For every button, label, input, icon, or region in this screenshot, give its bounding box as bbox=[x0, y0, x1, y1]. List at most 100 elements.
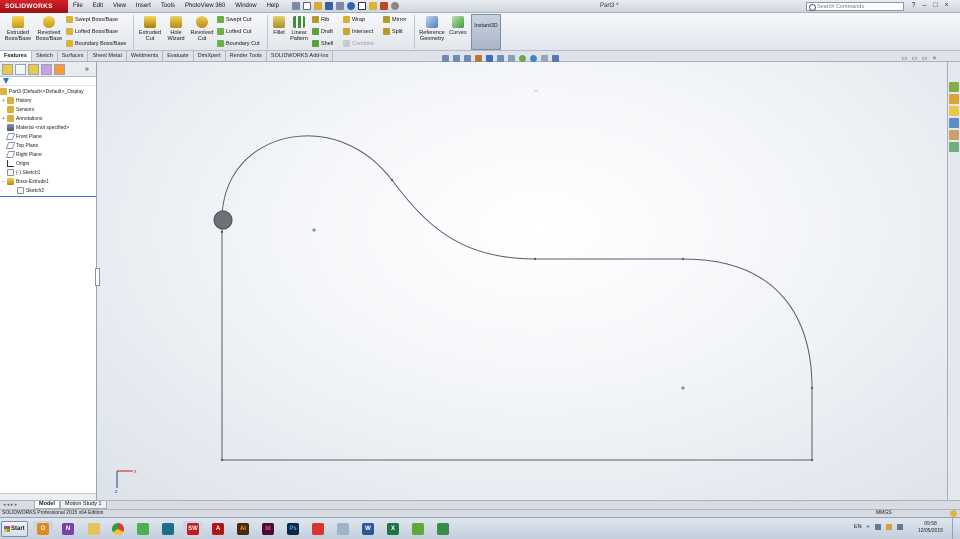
rollback-bar[interactable] bbox=[0, 196, 96, 197]
solidworks-logo[interactable]: SOLIDWORKS bbox=[0, 0, 68, 13]
units-selector[interactable]: MMGS bbox=[876, 510, 892, 517]
close-icon[interactable]: × bbox=[943, 2, 950, 9]
taskbar-app-utility[interactable] bbox=[408, 521, 428, 537]
sketch-canvas[interactable]: x z bbox=[97, 62, 947, 500]
sketch-point[interactable] bbox=[220, 230, 224, 234]
system-clock[interactable]: 09:58 12/05/2015 bbox=[918, 521, 943, 535]
tree-item-right-plane[interactable]: Right Plane bbox=[0, 150, 96, 159]
taskbar-app-illustrator[interactable]: Ai bbox=[233, 521, 253, 537]
language-indicator[interactable]: EN bbox=[854, 524, 862, 530]
viewport-close-icon[interactable]: × bbox=[931, 56, 938, 63]
flag-icon[interactable] bbox=[885, 524, 892, 530]
tab-dimxpert[interactable]: DimXpert bbox=[194, 51, 226, 61]
menu-window[interactable]: Window bbox=[230, 3, 261, 9]
tab-evaluate[interactable]: Evaluate bbox=[163, 51, 194, 61]
taskbar-app-photoshop[interactable]: Ps bbox=[283, 521, 303, 537]
revolved-cut-button[interactable]: Revolved Cut bbox=[189, 16, 215, 42]
wrap-button[interactable]: Wrap bbox=[343, 16, 365, 23]
sketch-point[interactable] bbox=[810, 458, 814, 462]
tree-item-sketch2[interactable]: Sketch2 bbox=[0, 186, 96, 195]
rib-button[interactable]: Rib bbox=[312, 16, 329, 23]
tab-features[interactable]: Features bbox=[0, 51, 32, 61]
taskbar-app-monitor[interactable] bbox=[433, 521, 453, 537]
view-settings-icon[interactable] bbox=[541, 55, 548, 62]
new-document-icon[interactable] bbox=[302, 2, 311, 10]
taskbar-app-outlook[interactable]: O bbox=[33, 521, 53, 537]
tab-model[interactable]: Model bbox=[34, 501, 60, 509]
tab-render-tools[interactable]: Render Tools bbox=[226, 51, 267, 61]
revolved-boss-button[interactable]: Revolved Boss/Base bbox=[35, 16, 63, 42]
tab-addins[interactable]: SOLIDWORKS Add-Ins bbox=[267, 51, 334, 61]
view-palette-icon[interactable] bbox=[949, 118, 959, 128]
sketch-point[interactable] bbox=[681, 257, 685, 261]
taskbar-app-indesign[interactable]: Id bbox=[258, 521, 278, 537]
taskbar-app-acrobat[interactable]: A bbox=[208, 521, 228, 537]
file-properties-icon[interactable] bbox=[379, 2, 388, 10]
filter-icon[interactable] bbox=[3, 78, 9, 84]
instant3d-toggle[interactable]: Instant3D bbox=[471, 14, 501, 50]
zoom-to-area-icon[interactable] bbox=[453, 55, 460, 62]
viewport-minimize-icon[interactable]: ▭ bbox=[901, 56, 908, 63]
display-manager-tab-icon[interactable] bbox=[54, 63, 65, 75]
panel-horizontal-scrollbar[interactable] bbox=[0, 493, 96, 500]
curves-button[interactable]: Curves bbox=[448, 16, 468, 36]
taskbar-app-media[interactable] bbox=[158, 521, 178, 537]
extruded-boss-button[interactable]: Extruded Boss/Base bbox=[4, 16, 32, 42]
tab-surfaces[interactable]: Surfaces bbox=[58, 51, 89, 61]
show-hidden-icons-icon[interactable]: « bbox=[867, 524, 870, 530]
network-icon[interactable] bbox=[874, 524, 881, 530]
file-explorer-icon[interactable] bbox=[949, 106, 959, 116]
menu-tools[interactable]: Tools bbox=[156, 3, 180, 9]
taskbar-app-calculator[interactable] bbox=[333, 521, 353, 537]
expand-panel-icon[interactable]: » bbox=[85, 66, 89, 73]
tree-item-top-plane[interactable]: Top Plane bbox=[0, 141, 96, 150]
viewport-tile-icon[interactable]: ▭ bbox=[921, 56, 928, 63]
hide-show-items-icon[interactable] bbox=[508, 55, 515, 62]
tab-scroll-arrows-icon[interactable]: ◂ ◂ ▸ ▸ bbox=[0, 502, 34, 508]
section-view-icon[interactable] bbox=[475, 55, 482, 62]
taskbar-app-game[interactable] bbox=[133, 521, 153, 537]
tree-item-history[interactable]: + History bbox=[0, 96, 96, 105]
combine-button[interactable]: Combine bbox=[343, 40, 374, 47]
edit-appearance-icon[interactable] bbox=[519, 55, 526, 62]
tab-sheet-metal[interactable]: Sheet Metal bbox=[88, 51, 127, 61]
restore-icon[interactable]: □ bbox=[932, 2, 939, 9]
boundary-boss-button[interactable]: Boundary Boss/Base bbox=[66, 40, 126, 47]
taskbar-app-explorer[interactable] bbox=[84, 521, 104, 537]
display-pane-icon[interactable] bbox=[552, 55, 559, 62]
tab-motion-study[interactable]: Motion Study 1 bbox=[59, 501, 107, 509]
arc-center-mark[interactable] bbox=[681, 386, 685, 390]
zoom-to-fit-icon[interactable] bbox=[442, 55, 449, 62]
dimxpert-tab-icon[interactable] bbox=[41, 63, 52, 75]
start-button[interactable]: Start bbox=[1, 521, 28, 537]
feature-tree-tab-icon[interactable] bbox=[2, 63, 13, 75]
sketch-point[interactable] bbox=[533, 257, 537, 261]
swept-boss-button[interactable]: Swept Boss/Base bbox=[66, 16, 118, 23]
intersect-button[interactable]: Intersect bbox=[343, 28, 373, 35]
undo-icon[interactable] bbox=[346, 2, 355, 10]
fillet-button[interactable]: Fillet bbox=[270, 16, 288, 36]
extruded-cut-button[interactable]: Extruded Cut bbox=[137, 16, 163, 42]
volume-icon[interactable] bbox=[896, 524, 903, 530]
taskbar-app-word[interactable]: W bbox=[358, 521, 378, 537]
minimize-icon[interactable]: – bbox=[921, 2, 928, 9]
taskbar-app-excel[interactable]: X bbox=[383, 521, 403, 537]
apply-scene-icon[interactable] bbox=[530, 55, 537, 62]
show-desktop-button[interactable] bbox=[952, 518, 960, 539]
tab-weldments[interactable]: Weldments bbox=[127, 51, 164, 61]
menu-edit[interactable]: Edit bbox=[88, 3, 108, 9]
print-icon[interactable] bbox=[335, 2, 344, 10]
property-manager-tab-icon[interactable] bbox=[15, 63, 26, 75]
rebuild-icon[interactable] bbox=[368, 2, 377, 10]
appearances-scenes-icon[interactable] bbox=[949, 130, 959, 140]
sketch-point[interactable] bbox=[390, 178, 394, 182]
shell-button[interactable]: Shell bbox=[312, 40, 333, 47]
pin-icon[interactable] bbox=[291, 2, 300, 10]
select-icon[interactable] bbox=[357, 2, 366, 10]
configuration-tab-icon[interactable] bbox=[28, 63, 39, 75]
menu-help[interactable]: Help bbox=[262, 3, 284, 9]
split-button[interactable]: Split bbox=[383, 28, 403, 35]
reference-geometry-button[interactable]: Reference Geometry bbox=[417, 16, 447, 42]
mirror-button[interactable]: Mirror bbox=[383, 16, 406, 23]
graphics-area[interactable]: x z bbox=[97, 62, 947, 500]
